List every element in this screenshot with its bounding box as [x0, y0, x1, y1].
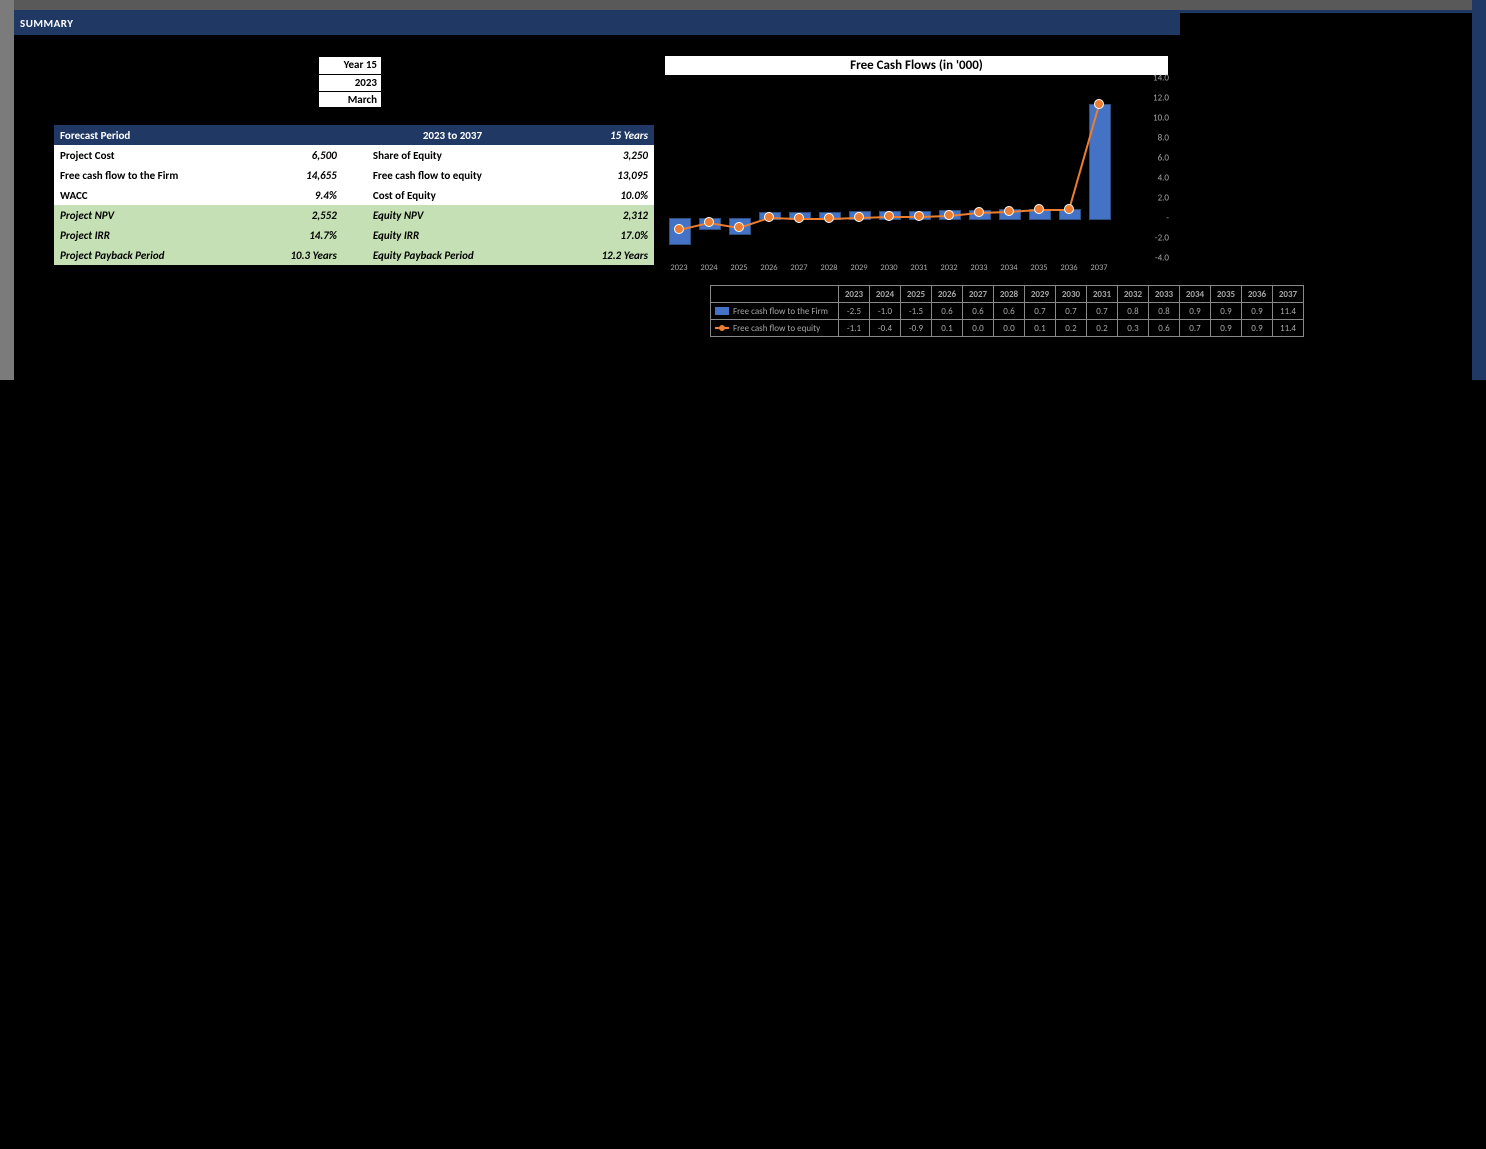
line-point — [1004, 206, 1014, 216]
table-row: Project Cost6,500Share of Equity3,250 — [54, 145, 654, 165]
forecast-period-label: Forecast Period — [54, 125, 251, 145]
chart-title: Free Cash Flows (in '000) — [664, 55, 1169, 76]
line-point — [1094, 99, 1104, 109]
chart-legend-table: 2023202420252026202720282029203020312032… — [710, 285, 1304, 337]
line-point — [1034, 204, 1044, 214]
left-gutter — [0, 0, 14, 380]
legend-row: Free cash flow to equity-1.1-0.4-0.90.10… — [711, 320, 1304, 337]
line-point — [854, 212, 864, 222]
table-row: Free cash flow to the Firm14,655Free cas… — [54, 165, 654, 185]
line-point — [974, 207, 984, 217]
right-strip — [1472, 0, 1486, 380]
table-row: Project Payback Period10.3 YearsEquity P… — [54, 245, 654, 265]
year-header-line1: Year 15 — [319, 57, 381, 75]
free-cash-flow-chart: 14.012.010.08.06.04.02.0--2.0-4.0 202320… — [664, 78, 1169, 278]
table-row: WACC9.4%Cost of Equity10.0% — [54, 185, 654, 205]
line-point — [824, 213, 834, 223]
line-point — [914, 211, 924, 221]
table-row: Project NPV2,552Equity NPV2,312 — [54, 205, 654, 225]
top-strip — [14, 0, 1486, 10]
line-point — [764, 212, 774, 222]
chart-container: Free Cash Flows (in '000) 14.012.010.08.… — [664, 55, 1169, 278]
year-header-line2: 2023 — [319, 75, 381, 93]
forecast-period-row: Forecast Period 2023 to 2037 15 Years — [54, 125, 654, 145]
line-point — [944, 210, 954, 220]
year-header-line3: March — [319, 92, 381, 109]
line-point — [734, 222, 744, 232]
year-header-box: Year 15 2023 March — [318, 56, 382, 108]
forecast-period-range: 2023 to 2037 — [343, 125, 562, 145]
summary-header: SUMMARY — [14, 13, 1180, 35]
line-point — [674, 224, 684, 234]
line-point — [884, 211, 894, 221]
legend-row: Free cash flow to the Firm-2.5-1.0-1.50.… — [711, 303, 1304, 320]
line-point — [704, 217, 714, 227]
line-point — [1064, 204, 1074, 214]
forecast-period-years: 15 Years — [562, 125, 654, 145]
line-point — [794, 213, 804, 223]
table-row: Project IRR14.7%Equity IRR17.0% — [54, 225, 654, 245]
summary-table: Forecast Period 2023 to 2037 15 Years Pr… — [54, 125, 654, 265]
